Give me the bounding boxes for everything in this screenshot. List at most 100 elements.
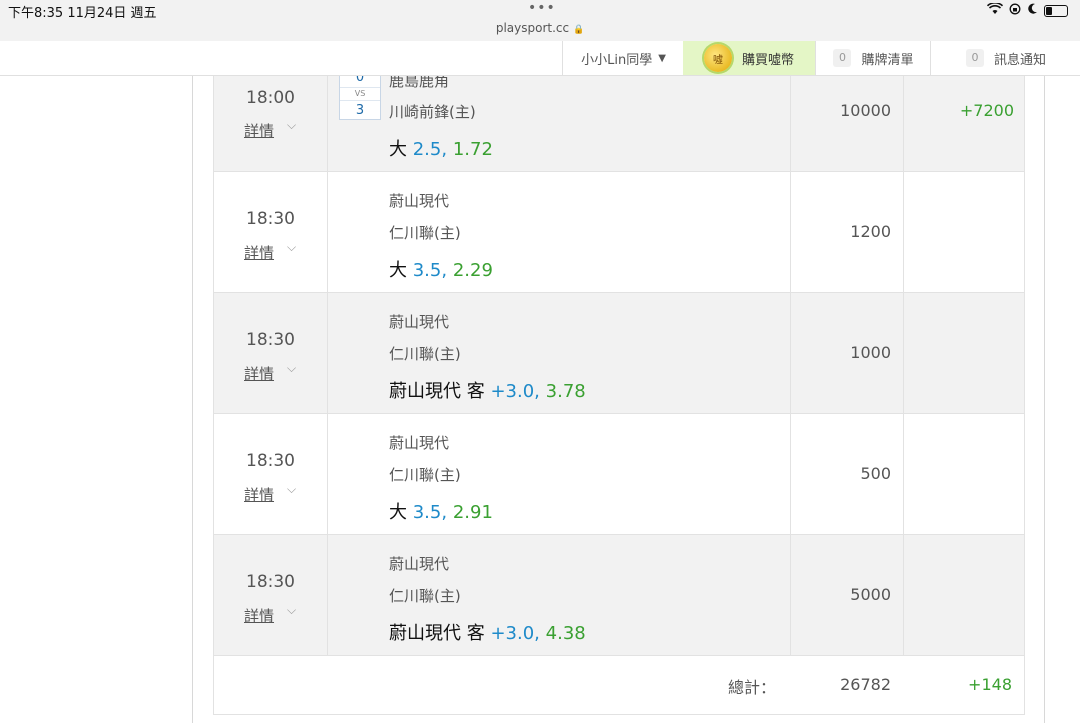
bet-result: +7200 bbox=[959, 101, 1014, 120]
team-away: 蔚山現代 bbox=[389, 555, 450, 573]
rotation-lock-icon bbox=[1009, 3, 1021, 18]
coin-icon-text: 噓 bbox=[712, 54, 723, 66]
team-home: 仁川聯(主) bbox=[389, 224, 461, 242]
amount-cell: 5000 bbox=[790, 535, 904, 655]
wifi-icon bbox=[986, 2, 1004, 18]
battery-icon bbox=[1044, 4, 1068, 17]
status-icons bbox=[986, 2, 1068, 18]
bet-odds: 1.72 bbox=[452, 139, 493, 160]
bet-line: 3.5, bbox=[412, 502, 448, 523]
bet-selection: 大 2.5, 1.72 bbox=[389, 135, 493, 161]
game-time: 18:30 bbox=[246, 451, 295, 471]
amount-cell: 500 bbox=[790, 414, 904, 534]
buy-coins-button[interactable]: 噓 購買噓幣 bbox=[683, 41, 815, 75]
user-name: 小小Lin同學 bbox=[581, 52, 653, 68]
bet-selection: 大 3.5, 2.91 bbox=[389, 498, 493, 524]
game-time: 18:30 bbox=[246, 330, 295, 350]
url-bar[interactable]: playsport.cc 🔒 bbox=[0, 21, 1080, 35]
bet-amount: 10000 bbox=[840, 101, 891, 120]
team-away: 蔚山現代 bbox=[389, 434, 450, 452]
page-left-border bbox=[192, 76, 193, 723]
chevron-down-icon[interactable]: ⌵ bbox=[287, 240, 296, 255]
cart-button[interactable]: 0 購牌清單 bbox=[815, 41, 931, 75]
cart-label: 購牌清單 bbox=[861, 52, 914, 68]
bet-odds: 2.91 bbox=[452, 502, 493, 523]
bet-odds: 3.78 bbox=[545, 381, 586, 402]
team-home: 川崎前鋒(主) bbox=[389, 103, 476, 121]
moon-icon bbox=[1027, 3, 1038, 18]
coin-icon: 噓 bbox=[703, 44, 732, 72]
game-cell: 蔚山現代 仁川聯(主) 大 3.5, 2.91 bbox=[327, 414, 791, 534]
notifications-count-badge: 0 bbox=[965, 49, 984, 67]
table-row: 18:30 詳情 ⌵ 蔚山現代 仁川聯(主) 大 3.5, 2.91 500 bbox=[213, 414, 1025, 535]
game-time: 18:30 bbox=[246, 572, 295, 592]
detail-link[interactable]: 詳情 bbox=[244, 605, 274, 626]
bet-amount: 1200 bbox=[850, 222, 891, 241]
cart-count-badge: 0 bbox=[833, 49, 852, 67]
detail-link[interactable]: 詳情 bbox=[244, 363, 274, 384]
team-away: 蔚山現代 bbox=[389, 313, 450, 331]
bet-odds: 4.38 bbox=[545, 623, 586, 644]
bet-line: 2.5, bbox=[412, 139, 448, 160]
result-cell bbox=[903, 414, 1026, 534]
table-row: 18:30 詳情 ⌵ 蔚山現代 仁川聯(主) 蔚山現代 客 +3.0, 4.38… bbox=[213, 535, 1025, 656]
bets-table: 18:00 詳情 ⌵ 0 VS 3 鹿島鹿角 川崎前鋒(主) 大 2.5, 1.… bbox=[213, 51, 1025, 715]
bet-selection: 大 3.5, 2.29 bbox=[389, 256, 493, 282]
game-cell: 蔚山現代 仁川聯(主) 蔚山現代 客 +3.0, 3.78 bbox=[327, 293, 791, 413]
amount-cell: 1200 bbox=[790, 172, 904, 292]
team-home: 仁川聯(主) bbox=[389, 587, 461, 605]
team-away: 蔚山現代 bbox=[389, 192, 450, 210]
bet-line: +3.0, bbox=[490, 623, 540, 644]
bet-amount: 1000 bbox=[850, 343, 891, 362]
page-right-border bbox=[1044, 76, 1045, 723]
url-text: playsport.cc bbox=[495, 21, 570, 35]
bet-selection: 蔚山現代 客 +3.0, 3.78 bbox=[389, 377, 586, 403]
bet-line: 3.5, bbox=[412, 260, 448, 281]
notifications-button[interactable]: 0 訊息通知 bbox=[930, 41, 1080, 75]
top-navigation: 小小Lin同學 ▼ 噓 購買噓幣 0 購牌清單 0 訊息通知 bbox=[0, 41, 1080, 76]
total-result: +148 bbox=[968, 675, 1012, 694]
game-time: 18:00 bbox=[246, 88, 295, 108]
bet-pick: 大 bbox=[389, 139, 407, 160]
game-cell: 蔚山現代 仁川聯(主) 大 3.5, 2.29 bbox=[327, 172, 791, 292]
notifications-label: 訊息通知 bbox=[993, 52, 1046, 68]
score-vs: VS bbox=[340, 88, 380, 101]
table-row: 18:30 詳情 ⌵ 蔚山現代 仁川聯(主) 蔚山現代 客 +3.0, 3.78… bbox=[213, 293, 1025, 414]
status-time: 下午8:35 11月24日 週五 bbox=[8, 6, 157, 21]
chevron-down-icon[interactable]: ⌵ bbox=[287, 361, 296, 376]
total-amount: 26782 bbox=[840, 675, 891, 694]
user-menu[interactable]: 小小Lin同學 ▼ bbox=[562, 41, 684, 75]
bet-pick: 大 bbox=[389, 260, 407, 281]
time-cell: 18:30 詳情 ⌵ bbox=[214, 414, 328, 534]
time-cell: 18:30 詳情 ⌵ bbox=[214, 172, 328, 292]
team-home: 仁川聯(主) bbox=[389, 345, 461, 363]
result-cell bbox=[903, 535, 1026, 655]
bet-pick: 大 bbox=[389, 502, 407, 523]
chevron-down-icon[interactable]: ⌵ bbox=[287, 482, 296, 497]
time-cell: 18:30 詳情 ⌵ bbox=[214, 293, 328, 413]
chevron-down-icon[interactable]: ⌵ bbox=[287, 603, 296, 618]
result-cell bbox=[903, 172, 1026, 292]
bet-odds: 2.29 bbox=[452, 260, 493, 281]
detail-link[interactable]: 詳情 bbox=[244, 484, 274, 505]
caret-down-icon: ▼ bbox=[658, 52, 666, 64]
total-label: 總計： bbox=[728, 678, 777, 697]
team-home: 仁川聯(主) bbox=[389, 466, 461, 484]
table-row: 18:30 詳情 ⌵ 蔚山現代 仁川聯(主) 大 3.5, 2.29 1200 bbox=[213, 172, 1025, 293]
score-home: 3 bbox=[355, 103, 365, 118]
chevron-down-icon[interactable]: ⌵ bbox=[287, 118, 296, 133]
result-cell bbox=[903, 293, 1026, 413]
game-time: 18:30 bbox=[246, 209, 295, 229]
time-cell: 18:30 詳情 ⌵ bbox=[214, 535, 328, 655]
buy-coins-label: 購買噓幣 bbox=[741, 52, 794, 68]
detail-link[interactable]: 詳情 bbox=[244, 242, 274, 263]
bet-amount: 500 bbox=[860, 464, 891, 483]
game-cell: 蔚山現代 仁川聯(主) 蔚山現代 客 +3.0, 4.38 bbox=[327, 535, 791, 655]
lock-icon: 🔒 bbox=[572, 25, 585, 35]
detail-link[interactable]: 詳情 bbox=[244, 120, 274, 141]
bet-pick: 蔚山現代 客 bbox=[389, 623, 485, 644]
bet-amount: 5000 bbox=[850, 585, 891, 604]
status-bar: 下午8:35 11月24日 週五 ••• playsport.cc 🔒 bbox=[0, 0, 1080, 41]
more-dots-icon[interactable]: ••• bbox=[528, 0, 556, 16]
bet-pick: 蔚山現代 客 bbox=[389, 381, 485, 402]
